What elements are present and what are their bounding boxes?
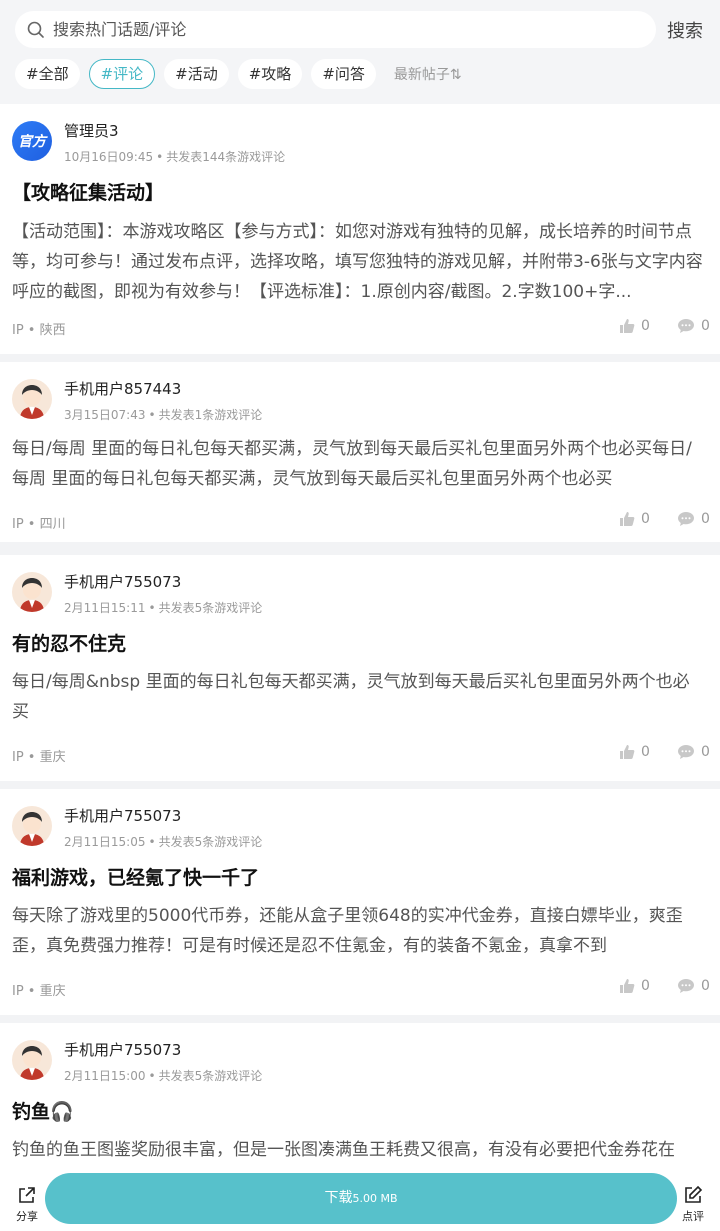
thumbs-up-icon — [620, 745, 635, 759]
post-body: 每天除了游戏里的5000代币券，还能从盒子里领648的实冲代金券，直接白嫖毕业，… — [12, 906, 683, 956]
post-meta: 10月16日09:45 • 共发表144条游戏评论 — [64, 150, 286, 164]
post-title: 有的忍不住克 — [12, 633, 127, 655]
post-count: 共发表5条游戏评论 — [158, 601, 263, 615]
like-button[interactable]: 0 — [619, 744, 650, 760]
post-ip: IP • 重庆 — [12, 750, 66, 765]
post-time: 2月11日15:05 — [64, 835, 146, 849]
avatar[interactable] — [12, 572, 52, 612]
thumbs-up-icon — [620, 319, 635, 333]
post-username[interactable]: 手机用户857443 — [64, 378, 181, 399]
search-button[interactable]: 搜索 — [667, 17, 703, 43]
share-button[interactable]: 分享 — [13, 1185, 41, 1224]
post-card[interactable]: 官方 管理员3 10月16日09:45 • 共发表144条游戏评论 【攻略征集活动】… — [0, 104, 720, 354]
download-label: 下载 — [324, 1190, 353, 1206]
post-count: 共发表1条游戏评论 — [158, 408, 263, 422]
post-card[interactable]: 手机用户755073 2月11日15:05 • 共发表5条游戏评论 福利游戏，已经氪… — [0, 789, 720, 1015]
post-body: 每日/每周&nbsp 里面的每日礼包每天都买满，灵气放到每天最后买礼包里面另外两… — [12, 672, 690, 722]
like-count: 0 — [641, 511, 650, 527]
post-card[interactable]: 手机用户755073 2月11日15:11 • 共发表5条游戏评论 有的忍不住克 每… — [0, 555, 720, 781]
user-avatar-icon — [20, 1046, 44, 1080]
comment-icon — [678, 979, 694, 993]
post-username[interactable]: 手机用户755073 — [64, 805, 181, 826]
tag-filter-bar: #全部 #评论 #活动 #攻略 #问答 最新帖子⇅ — [15, 59, 462, 89]
comment-count: 0 — [701, 511, 710, 527]
comment-button[interactable]: 0 — [677, 318, 710, 334]
user-avatar-icon — [20, 385, 44, 419]
post-ip: IP • 四川 — [12, 517, 66, 532]
like-button[interactable]: 0 — [619, 511, 650, 527]
post-body: 【活动范围】：本游戏攻略区【参与方式】：如您对游戏有独特的见解，成长培养的时间节… — [12, 222, 703, 302]
tag-qa[interactable]: #问答 — [311, 59, 376, 89]
share-icon — [19, 1187, 35, 1203]
share-label: 分享 — [16, 1210, 38, 1223]
post-card[interactable]: 手机用户755073 2月11日15:00 • 共发表5条游戏评论 钓鱼🎧 钓鱼的鱼… — [0, 1023, 720, 1165]
search-box[interactable] — [15, 11, 656, 48]
thumbs-up-icon — [620, 979, 635, 993]
comment-count: 0 — [701, 744, 710, 760]
post-ip: IP • 重庆 — [12, 984, 66, 999]
post-count: 共发表5条游戏评论 — [158, 1069, 263, 1083]
like-button[interactable]: 0 — [619, 978, 650, 994]
post-title: 福利游戏，已经氪了快一千了 — [12, 867, 260, 889]
like-count: 0 — [641, 978, 650, 994]
post-count: 共发表144条游戏评论 — [166, 150, 286, 164]
post-body: 每日/每周 里面的每日礼包每天都买满，灵气放到每天最后买礼包里面另外两个也必买每… — [12, 439, 692, 489]
comment-count: 0 — [701, 978, 710, 994]
avatar[interactable] — [12, 1040, 52, 1080]
avatar[interactable]: 官方 — [12, 121, 52, 161]
post-title: 钓鱼🎧 — [12, 1101, 74, 1123]
post-card[interactable]: 手机用户857443 3月15日07:43 • 共发表1条游戏评论 每日/每周 里面… — [0, 362, 720, 542]
top-bar: 搜索 #全部 #评论 #活动 #攻略 #问答 最新帖子⇅ — [0, 0, 720, 104]
tag-all[interactable]: #全部 — [15, 59, 80, 89]
post-time: 10月16日09:45 — [64, 150, 154, 164]
user-avatar-icon — [20, 812, 44, 846]
review-button[interactable]: 点评 — [679, 1185, 707, 1224]
comment-button[interactable]: 0 — [677, 511, 710, 527]
post-count: 共发表5条游戏评论 — [158, 835, 263, 849]
tag-activity[interactable]: #活动 — [164, 59, 229, 89]
edit-icon — [685, 1185, 703, 1203]
post-meta: 2月11日15:00 • 共发表5条游戏评论 — [64, 1069, 263, 1083]
post-username[interactable]: 手机用户755073 — [64, 1039, 181, 1060]
tag-comment[interactable]: #评论 — [88, 59, 156, 89]
post-time: 2月11日15:11 — [64, 601, 146, 615]
search-icon — [27, 21, 44, 38]
post-time: 3月15日07:43 — [64, 408, 146, 422]
post-title: 【攻略征集活动】 — [12, 182, 165, 204]
post-body: 钓鱼的鱼王图鉴奖励很丰富，但是一张图凑满鱼王耗费又很高，有没有必要把代金券花在 — [12, 1140, 675, 1160]
like-button[interactable]: 0 — [619, 318, 650, 334]
like-count: 0 — [641, 744, 650, 760]
comment-icon — [678, 745, 694, 759]
comment-count: 0 — [701, 318, 710, 334]
comment-button[interactable]: 0 — [677, 744, 710, 760]
avatar[interactable] — [12, 379, 52, 419]
sort-latest-button[interactable]: 最新帖子⇅ — [394, 64, 462, 84]
like-count: 0 — [641, 318, 650, 334]
post-meta: 2月11日15:11 • 共发表5条游戏评论 — [64, 601, 263, 615]
post-meta: 2月11日15:05 • 共发表5条游戏评论 — [64, 835, 263, 849]
post-username[interactable]: 手机用户755073 — [64, 571, 181, 592]
post-meta: 3月15日07:43 • 共发表1条游戏评论 — [64, 408, 263, 422]
download-button[interactable]: 下载5.00 MB — [45, 1173, 677, 1224]
search-input[interactable] — [51, 19, 615, 40]
post-ip: IP • 陕西 — [12, 323, 66, 338]
bottom-action-bar: 分享 下载5.00 MB 点评 — [0, 1165, 720, 1231]
tag-guide[interactable]: #攻略 — [237, 59, 303, 89]
thumbs-up-icon — [620, 512, 635, 526]
comment-icon — [678, 319, 694, 333]
post-time: 2月11日15:00 — [64, 1069, 146, 1083]
post-username[interactable]: 管理员3 — [64, 120, 119, 141]
review-label: 点评 — [682, 1210, 704, 1223]
download-size: 5.00 MB — [352, 1192, 398, 1205]
comment-button[interactable]: 0 — [677, 978, 710, 994]
avatar[interactable] — [12, 806, 52, 846]
comment-icon — [678, 512, 694, 526]
user-avatar-icon — [20, 578, 44, 612]
